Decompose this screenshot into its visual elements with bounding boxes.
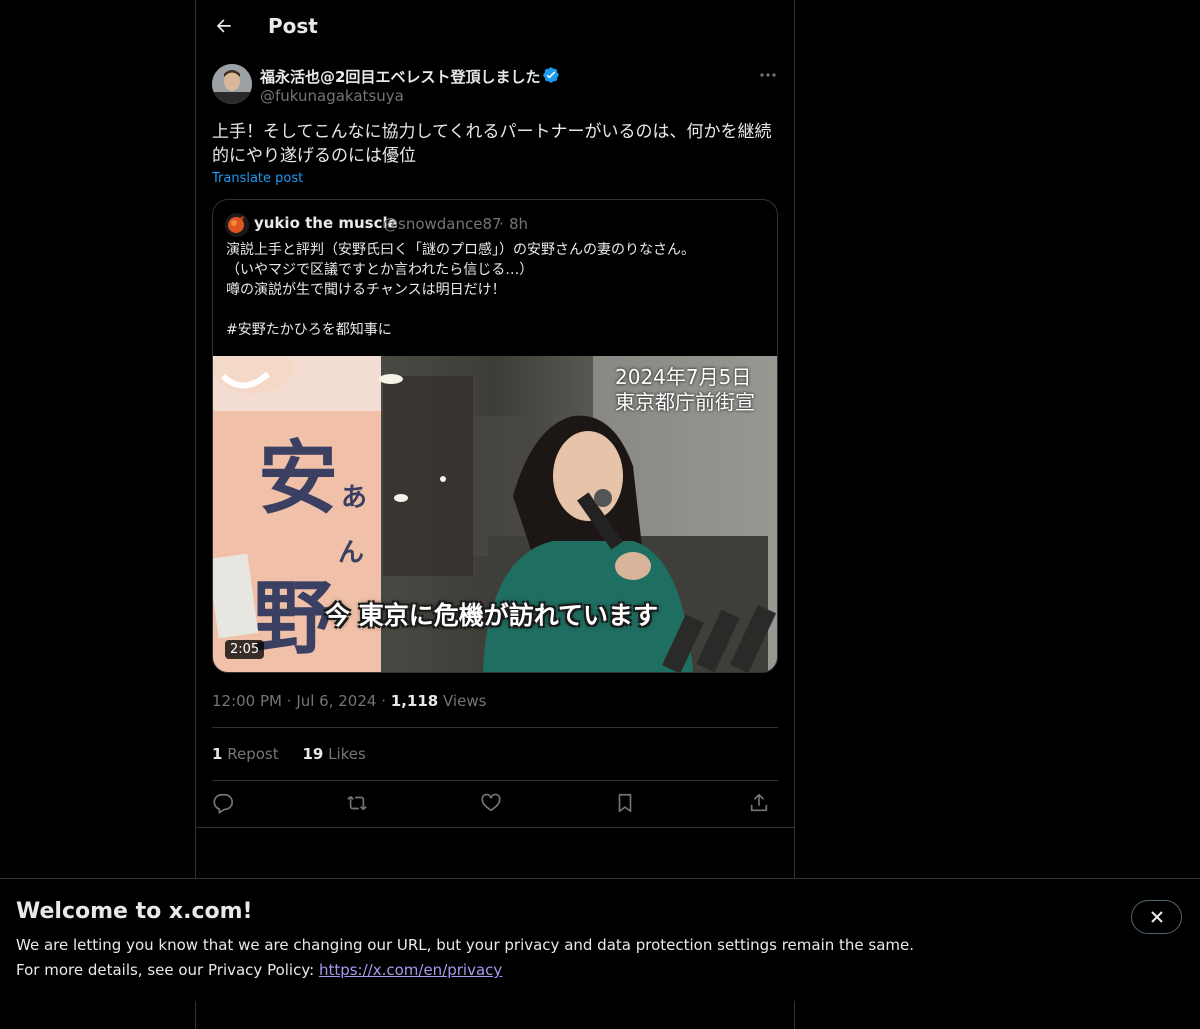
separator-dot: · [499, 215, 504, 233]
engagement-stats: 1 Repost 19 Likes [212, 745, 366, 763]
post-date[interactable]: Jul 6, 2024 [296, 692, 376, 710]
separator-dot: · [381, 692, 391, 710]
like-button[interactable] [480, 792, 502, 814]
svg-text:あ: あ [341, 483, 367, 513]
post-metadata: 12:00 PM · Jul 6, 2024 · 1,118 Views [212, 692, 486, 710]
bookmark-button[interactable] [614, 792, 636, 814]
url-change-banner: Welcome to x.com! We are letting you kno… [0, 878, 1200, 1001]
page-header: Post [196, 0, 794, 54]
quoted-text-line: 噂の演説が生で聞けるチャンスは明日だけ！ [226, 282, 506, 298]
author-avatar[interactable] [212, 64, 252, 104]
divider [212, 727, 778, 728]
views-label: Views [443, 692, 487, 710]
more-options-button[interactable] [756, 63, 780, 87]
banner-privacy-prefix: For more details, see our Privacy Policy… [16, 961, 319, 979]
share-button[interactable] [748, 792, 770, 814]
quoted-post-time: 8h [509, 215, 529, 233]
likes-label: Likes [328, 745, 366, 763]
verified-badge-icon [542, 66, 560, 84]
reply-icon [213, 793, 233, 814]
video-duration-badge: 2:05 [225, 640, 265, 659]
quoted-text-line[interactable]: #安野たかひろを都知事に [226, 320, 766, 340]
post-text: 上手！そしてこんなに協力してくれるパートナーがいるのは、何かを継続的にやり遂げる… [212, 122, 772, 166]
reposts-label: Repost [227, 745, 279, 763]
likes-stat[interactable]: 19 Likes [302, 745, 365, 763]
author-name[interactable]: 福永活也@2回目エベレスト登頂しました [260, 66, 540, 87]
quoted-text-line [226, 300, 766, 320]
heart-icon [481, 793, 501, 812]
banner-title: Welcome to x.com! [16, 899, 253, 924]
divider [212, 780, 778, 781]
reposts-count: 1 [212, 745, 223, 763]
repost-icon [347, 795, 367, 811]
banner-message: We are letting you know that we are chan… [16, 936, 915, 954]
repost-button[interactable] [346, 792, 368, 814]
svg-text:安: 安 [258, 432, 338, 525]
quoted-text-line: （いやマジで区議ですとか言われたら信じる…） [226, 262, 534, 278]
separator-dot: · [286, 692, 297, 710]
video-overlay-date: 2024年7月5日 東京都庁前街宣 [615, 365, 755, 415]
video-overlay-date-line: 2024年7月5日 [615, 365, 752, 389]
translate-post-link[interactable]: Translate post [212, 171, 303, 186]
primary-column: Post 福永活也@2回目エベレスト登頂しました @fukunagakatsuy… [195, 0, 795, 1029]
page-title: Post [268, 14, 318, 38]
video-overlay-date-line: 東京都庁前街宣 [615, 390, 755, 414]
more-horizontal-icon [760, 73, 776, 77]
quoted-author-name: yukio the muscle [254, 214, 398, 232]
quoted-post-text: 演説上手と評判（安野氏曰く「謎のプロ感」）の安野さんの妻のりなさん。 （いやマジ… [226, 240, 766, 340]
likes-count: 19 [302, 745, 324, 763]
back-button[interactable] [212, 14, 236, 38]
arrow-left-icon [216, 19, 231, 33]
quoted-author-handle: @snowdance87 [383, 215, 502, 233]
views-count: 1,118 [390, 692, 439, 710]
banner-privacy-note: For more details, see our Privacy Policy… [16, 961, 502, 979]
svg-text:ん: ん [338, 538, 364, 568]
divider [196, 827, 794, 828]
action-bar [212, 792, 778, 816]
share-icon [750, 793, 768, 812]
author-handle[interactable]: @fukunagakatsuya [260, 87, 404, 105]
svg-text:野: 野 [253, 572, 333, 665]
reply-button[interactable] [212, 792, 234, 814]
post-time[interactable]: 12:00 PM [212, 692, 282, 710]
privacy-policy-link[interactable]: https://x.com/en/privacy [319, 961, 502, 979]
avatar-image [212, 64, 252, 104]
video-player[interactable]: 安 野 あ ん 2024年7月5日 東京都庁前街宣 今 東京に危機が訪れています… [213, 356, 777, 672]
close-icon [1151, 911, 1163, 923]
quoted-text-line: 演説上手と評判（安野氏曰く「謎のプロ感」）の安野さんの妻のりなさん。 [226, 242, 695, 258]
bookmark-icon [618, 793, 632, 813]
reposts-stat[interactable]: 1 Repost [212, 745, 279, 763]
quoted-author-avatar [225, 213, 249, 237]
quoted-post[interactable]: yukio the muscle @snowdance87 · 8h 演説上手と… [212, 199, 778, 673]
close-banner-button[interactable] [1131, 900, 1182, 934]
video-caption: 今 東京に危機が訪れています [325, 601, 658, 630]
